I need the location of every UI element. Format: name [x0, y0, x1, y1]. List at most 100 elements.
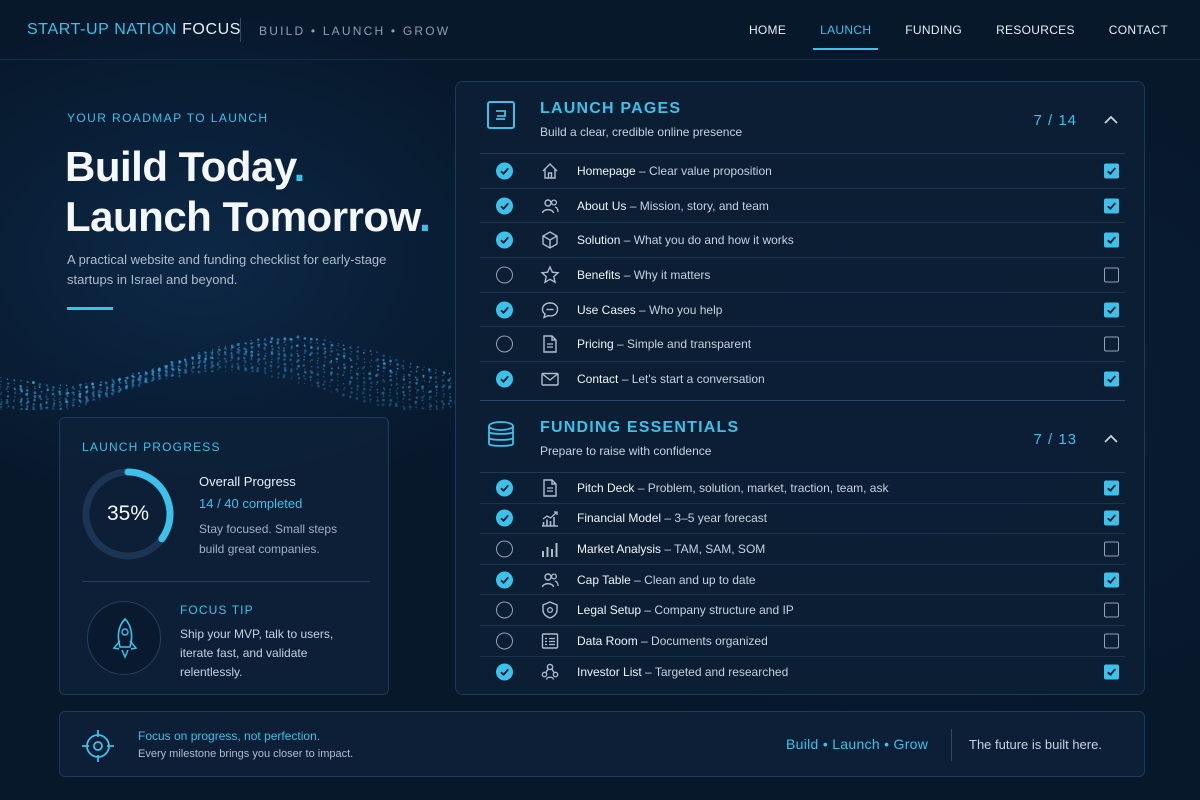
checklist-row[interactable]: Use Cases – Who you help [480, 293, 1125, 328]
overall-progress-title: Overall Progress [199, 474, 296, 489]
footer-tagline: The future is built here. [969, 737, 1102, 752]
checklist-item-name: Market Analysis [577, 541, 662, 556]
section-header[interactable]: FUNDING ESSENTIALS Prepare to raise with… [480, 401, 1125, 473]
footer-title: Focus on progress, not perfection. [138, 729, 321, 743]
completed-circle-icon [496, 197, 513, 215]
checklist-item-description: – Simple and transparent [613, 337, 752, 352]
unchecked-checkbox[interactable] [1104, 541, 1119, 557]
progress-card-divider [82, 581, 370, 582]
launch-pages-list: Homepage – Clear value proposition About … [480, 154, 1125, 397]
checked-checkbox[interactable] [1104, 480, 1119, 496]
checklist-item-text: Cap Table – Clean and up to date [577, 573, 756, 587]
completed-circle-icon [496, 162, 513, 180]
chevron-up-icon[interactable] [1103, 431, 1119, 447]
progress-percent: 35% [106, 502, 150, 525]
checklist-item-name: Pitch Deck [577, 480, 635, 495]
nav-funding[interactable]: FUNDING [905, 0, 962, 60]
checklist-item-text: Solution – What you do and how it works [577, 233, 794, 247]
section-subtitle: Prepare to raise with confidence [540, 444, 712, 458]
focus-tip-title: FOCUS TIP [180, 603, 254, 617]
progress-count: 14 / 40 completed [199, 496, 303, 511]
launch-progress-card: LAUNCH PROGRESS 35% Overall Progress 14 … [59, 417, 389, 695]
checklist-item-description: – Why it matters [620, 267, 711, 282]
checklist-row[interactable]: Homepage – Clear value proposition [480, 154, 1125, 189]
section-subtitle: Build a clear, credible online presence [540, 125, 743, 139]
section-funding-essentials: FUNDING ESSENTIALS Prepare to raise with… [480, 401, 1125, 687]
section-title: LAUNCH PAGES [540, 100, 682, 117]
unchecked-checkbox[interactable] [1104, 602, 1119, 618]
checklist-item-text: About Us – Mission, story, and team [577, 199, 769, 213]
checked-checkbox[interactable] [1104, 371, 1119, 387]
progress-card-label: LAUNCH PROGRESS [82, 440, 221, 454]
checked-checkbox[interactable] [1104, 163, 1119, 179]
unchecked-checkbox[interactable] [1104, 336, 1119, 352]
hero-title-dot-2: . [419, 193, 431, 240]
checklist-row[interactable]: Contact – Let's start a conversation [480, 362, 1125, 397]
hero-title-line-2: Launch Tomorrow [65, 193, 420, 240]
checklist-panel: LAUNCH PAGES Build a clear, credible onl… [455, 81, 1145, 695]
checklist-item-text: Investor List – Targeted and researched [577, 665, 788, 679]
checklist-item-name: Data Room [577, 633, 638, 648]
checklist-item-name: Homepage [577, 163, 636, 178]
hero-eyebrow: YOUR ROADMAP TO LAUNCH [67, 111, 269, 125]
hero-description: A practical website and funding checklis… [67, 252, 387, 287]
brand-logo[interactable]: START-UP NATION FOCUS [27, 21, 241, 39]
mail-icon [541, 373, 559, 387]
checklist-item-description: – What you do and how it works [620, 233, 794, 248]
checklist-item-name: About Us [577, 198, 627, 213]
checklist-item-name: Solution [577, 233, 621, 248]
checklist-row[interactable]: Legal Setup – Company structure and IP [480, 595, 1125, 626]
nav-home[interactable]: HOME [749, 0, 786, 60]
completed-circle-icon [496, 509, 513, 527]
checklist-row[interactable]: Pitch Deck – Problem, solution, market, … [480, 473, 1125, 504]
incomplete-circle-icon [496, 601, 513, 619]
header-tagline: BUILD • LAUNCH • GROW [259, 24, 451, 38]
checklist-item-text: Contact – Let's start a conversation [577, 372, 765, 386]
browser-window-icon [487, 101, 515, 129]
checklist-item-description: – Clear value proposition [635, 163, 772, 178]
checklist-item-text: Market Analysis – TAM, SAM, SOM [577, 542, 765, 556]
checked-checkbox[interactable] [1104, 664, 1119, 680]
checklist-row[interactable]: Solution – What you do and how it works [480, 223, 1125, 259]
checklist-item-name: Investor List [577, 664, 642, 679]
checklist-item-name: Pricing [577, 337, 614, 352]
checklist-row[interactable]: Financial Model – 3–5 year forecast [480, 504, 1125, 535]
checked-checkbox[interactable] [1104, 232, 1119, 248]
checked-checkbox[interactable] [1104, 510, 1119, 526]
checklist-row[interactable]: Benefits – Why it matters [480, 258, 1125, 293]
checklist-row[interactable]: Cap Table – Clean and up to date [480, 565, 1125, 596]
checklist-row[interactable]: Market Analysis – TAM, SAM, SOM [480, 534, 1125, 565]
checklist-item-text: Use Cases – Who you help [577, 303, 722, 317]
incomplete-circle-icon [496, 335, 513, 353]
brand-divider [240, 18, 241, 42]
checklist-item-name: Benefits [577, 267, 621, 282]
incomplete-circle-icon [496, 632, 513, 650]
checklist-item-description: – Clean and up to date [630, 572, 756, 587]
chat-icon [541, 301, 559, 319]
completed-circle-icon [496, 370, 513, 388]
footer-subtitle: Every milestone brings you closer to imp… [138, 748, 354, 760]
completed-circle-icon [496, 571, 513, 589]
nav-contact[interactable]: CONTACT [1109, 0, 1168, 60]
checked-checkbox[interactable] [1104, 572, 1119, 588]
checklist-row[interactable]: Investor List – Targeted and researched [480, 657, 1125, 688]
checklist-item-description: – Mission, story, and team [626, 198, 769, 213]
checklist-row[interactable]: Data Room – Documents organized [480, 626, 1125, 657]
incomplete-circle-icon [496, 540, 513, 558]
completed-circle-icon [496, 301, 513, 319]
checklist-row[interactable]: Pricing – Simple and transparent [480, 327, 1125, 363]
unchecked-checkbox[interactable] [1104, 267, 1119, 283]
checklist-item-description: – Who you help [635, 302, 723, 317]
checklist-row[interactable]: About Us – Mission, story, and team [480, 189, 1125, 224]
nav-resources[interactable]: RESOURCES [996, 0, 1075, 60]
checklist-item-name: Legal Setup [577, 603, 642, 618]
nav-launch[interactable]: LAUNCH [813, 0, 879, 60]
home-icon [542, 162, 558, 179]
chevron-up-icon[interactable] [1103, 112, 1119, 128]
checked-checkbox[interactable] [1104, 198, 1119, 214]
checklist-item-text: Pricing – Simple and transparent [577, 337, 751, 351]
unchecked-checkbox[interactable] [1104, 633, 1119, 649]
cube-icon [542, 231, 558, 250]
checked-checkbox[interactable] [1104, 302, 1119, 318]
section-header[interactable]: LAUNCH PAGES Build a clear, credible onl… [480, 82, 1125, 154]
